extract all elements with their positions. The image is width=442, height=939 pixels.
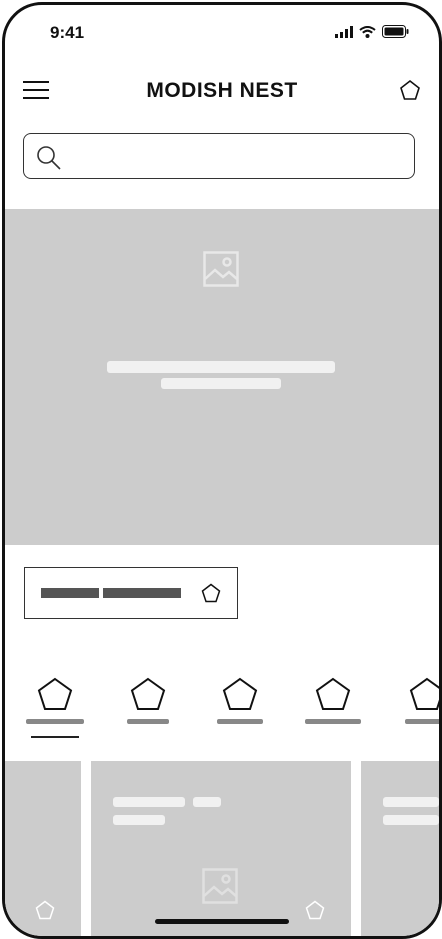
category-item[interactable] [112, 677, 184, 737]
promo-button[interactable] [24, 567, 238, 619]
product-card[interactable] [5, 761, 81, 936]
signal-icon [335, 25, 353, 38]
pentagon-icon [201, 583, 221, 603]
category-label-placeholder [305, 719, 361, 724]
pentagon-icon [130, 677, 166, 710]
pentagon-icon [222, 677, 258, 710]
status-time: 9:41 [50, 23, 85, 42]
hero-banner[interactable] [5, 209, 439, 545]
product-price-placeholder [383, 815, 439, 825]
product-card[interactable] [361, 761, 439, 936]
product-price-placeholder [113, 815, 165, 825]
category-label-placeholder [405, 719, 439, 724]
bag-button[interactable] [399, 79, 423, 103]
category-label-placeholder [26, 719, 84, 724]
search-icon [37, 146, 61, 170]
promo-text-placeholder [41, 588, 99, 598]
promo-text-placeholder [103, 588, 181, 598]
pentagon-icon [315, 677, 351, 710]
category-item[interactable] [204, 677, 276, 737]
category-label-placeholder [217, 719, 263, 724]
category-label-placeholder [127, 719, 169, 724]
pentagon-icon[interactable] [34, 899, 56, 921]
image-placeholder-icon [202, 868, 238, 904]
product-title-placeholder [383, 797, 439, 807]
category-item[interactable] [391, 677, 439, 737]
product-card[interactable] [91, 761, 351, 936]
phone-frame: 9:41 MODISH NEST [2, 2, 442, 939]
home-indicator[interactable] [155, 919, 289, 924]
hero-subline-placeholder [161, 378, 281, 389]
search-bar[interactable] [23, 133, 415, 179]
category-item[interactable] [297, 677, 369, 737]
pentagon-icon [400, 79, 420, 100]
pentagon-icon [37, 677, 73, 710]
product-title-placeholder [193, 797, 221, 807]
category-item[interactable] [19, 677, 91, 737]
search-input[interactable] [72, 142, 406, 172]
image-placeholder-icon [203, 251, 239, 287]
product-title-placeholder [113, 797, 185, 807]
battery-icon [382, 25, 409, 38]
pentagon-icon[interactable] [304, 899, 326, 921]
status-icons [335, 25, 409, 38]
pentagon-icon [409, 677, 439, 710]
wifi-icon [359, 25, 376, 38]
selected-category-indicator [31, 736, 79, 738]
page-title: MODISH NEST [146, 79, 298, 102]
hero-headline-placeholder [107, 361, 335, 373]
